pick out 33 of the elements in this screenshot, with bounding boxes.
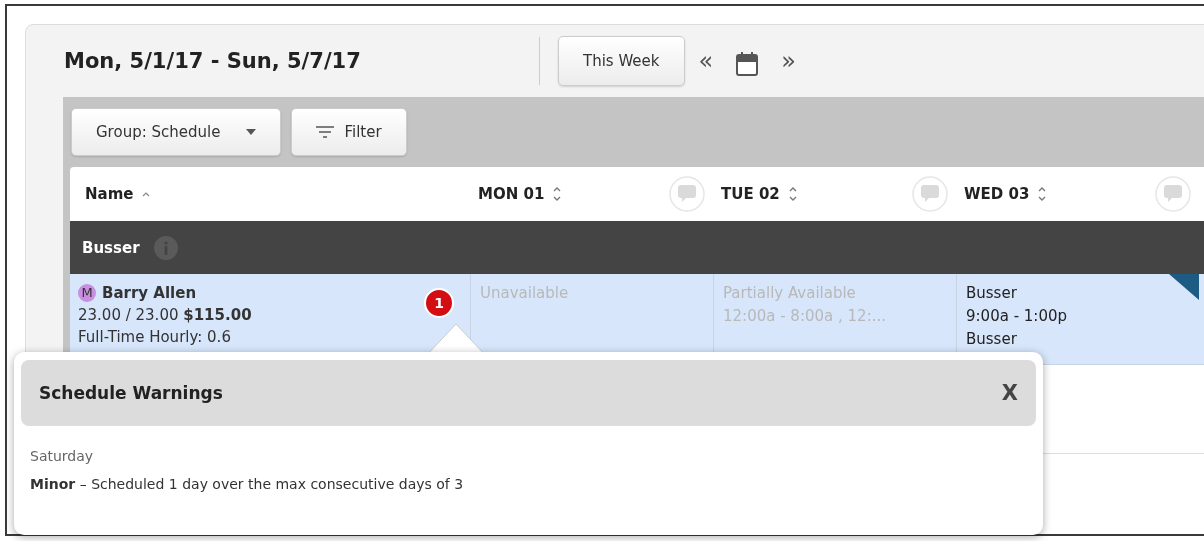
warning-day: Saturday: [30, 442, 1036, 470]
shift-text: 9:00a - 1:00p: [966, 306, 1068, 327]
warning-message: Minor – Scheduled 1 day over the max consecutive days of 3: [30, 475, 465, 494]
calendar-icon[interactable]: [735, 51, 760, 77]
filter-button[interactable]: Filter: [291, 108, 407, 156]
availability-text: 12:00a - 8:00a , 12:...: [723, 306, 886, 327]
role-badge: M: [78, 284, 96, 302]
next-week-button[interactable]: »: [781, 47, 796, 75]
close-button[interactable]: X: [1001, 381, 1018, 405]
hours-summary: 23.00 / 23.00 $115.00: [78, 305, 252, 326]
sort-icon[interactable]: [787, 185, 798, 203]
group-dropdown[interactable]: Group: Schedule: [71, 108, 282, 156]
shift-text: Busser: [966, 329, 1017, 350]
column-header[interactable]: Name: [85, 185, 134, 203]
popover-title: Schedule Warnings: [39, 383, 223, 403]
column-header[interactable]: WED 03: [964, 185, 1030, 203]
availability-text: Unavailable: [480, 283, 569, 304]
previous-week-button[interactable]: «: [698, 47, 714, 75]
this-week-button[interactable]: This Week: [558, 36, 685, 86]
warning-count-badge[interactable]: 1: [424, 288, 454, 318]
column-header[interactable]: MON 01: [478, 185, 545, 203]
column-header[interactable]: TUE 02: [721, 185, 780, 203]
group-title: Busser: [82, 238, 140, 257]
dropdown-caret-icon: [246, 129, 257, 135]
sort-icon[interactable]: [1037, 185, 1048, 203]
employment-type: Full-Time Hourly: 0.6: [78, 327, 232, 348]
availability-text: Partially Available: [723, 283, 856, 304]
employee-name[interactable]: Barry Allen: [102, 282, 197, 304]
date-range-title: Mon, 5/1/17 - Sun, 5/7/17: [64, 49, 362, 73]
shift-text: Busser: [966, 283, 1017, 304]
sort-ascending-icon[interactable]: [141, 190, 152, 198]
sort-icon[interactable]: [552, 185, 563, 203]
filter-icon: [316, 126, 335, 138]
